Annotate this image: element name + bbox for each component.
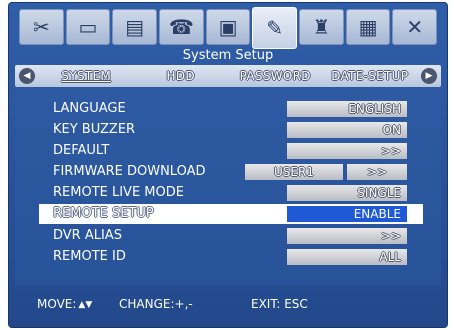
move-label: MOVE: bbox=[37, 297, 77, 311]
setting-row-remote-live-mode[interactable]: REMOTE LIVE MODE SINGLE bbox=[15, 183, 441, 203]
setup-window: ✂ ▭ ▤ ☎ ▣ ✎ ♜ ▦ ✕ System Setup ◀ SYSTEM … bbox=[8, 2, 448, 328]
tab-date-setup[interactable]: DATE-SETUP bbox=[323, 69, 418, 83]
display-icon[interactable]: ▦ bbox=[345, 9, 391, 45]
setting-label: LANGUAGE bbox=[53, 101, 126, 116]
event-icon[interactable]: ♜ bbox=[299, 9, 344, 45]
tools-icon[interactable]: ✂ bbox=[19, 9, 64, 45]
settings-panel: LANGUAGE ENGLISH KEY BUZZER ON DEFAULT >… bbox=[15, 89, 441, 285]
monitor-icon[interactable]: ▭ bbox=[65, 9, 111, 45]
setting-label: KEY BUZZER bbox=[53, 122, 136, 137]
setting-label: DEFAULT bbox=[53, 143, 110, 158]
storage-icon[interactable]: ▤ bbox=[112, 9, 158, 45]
icon-toolbar: ✂ ▭ ▤ ☎ ▣ ✎ ♜ ▦ ✕ bbox=[19, 7, 438, 49]
record-icon[interactable]: ▣ bbox=[205, 9, 251, 45]
setting-row-firmware-download[interactable]: FIRMWARE DOWNLOAD USER1 >> bbox=[15, 162, 441, 182]
setting-label: REMOTE LIVE MODE bbox=[53, 185, 184, 200]
firmware-download-button[interactable]: >> bbox=[347, 164, 407, 180]
window-title: System Setup bbox=[182, 48, 274, 63]
setting-row-language[interactable]: LANGUAGE ENGLISH bbox=[15, 99, 441, 119]
subtab-bar: ◀ SYSTEM HDD PASSWORD DATE-SETUP ▶ bbox=[15, 65, 441, 87]
dvr-alias-button[interactable]: >> bbox=[287, 228, 407, 244]
setting-row-remote-setup[interactable]: REMOTE SETUP ENABLE bbox=[39, 204, 423, 224]
key-buzzer-value[interactable]: ON bbox=[287, 122, 407, 138]
setting-row-default[interactable]: DEFAULT >> bbox=[15, 141, 441, 161]
firmware-source-value[interactable]: USER1 bbox=[245, 164, 343, 180]
tab-hdd[interactable]: HDD bbox=[134, 69, 229, 83]
exit-hint: EXIT: ESC bbox=[251, 297, 308, 311]
setting-label: REMOTE SETUP bbox=[53, 206, 154, 221]
setting-label: FIRMWARE DOWNLOAD bbox=[53, 164, 206, 179]
next-tab-arrow-icon[interactable]: ▶ bbox=[421, 68, 437, 84]
tab-password[interactable]: PASSWORD bbox=[228, 69, 323, 83]
remote-live-mode-value[interactable]: SINGLE bbox=[287, 185, 407, 201]
setting-label: REMOTE ID bbox=[53, 249, 126, 264]
network-icon[interactable]: ☎ bbox=[159, 9, 204, 45]
close-icon[interactable]: ✕ bbox=[392, 9, 438, 45]
help-footer: MOVE: ▲▼ CHANGE:+,- EXIT: ESC bbox=[15, 293, 441, 315]
system-setup-icon[interactable]: ✎ bbox=[252, 7, 298, 49]
setting-row-dvr-alias[interactable]: DVR ALIAS >> bbox=[15, 226, 441, 246]
setting-row-key-buzzer[interactable]: KEY BUZZER ON bbox=[15, 120, 441, 140]
change-hint: CHANGE:+,- bbox=[119, 297, 193, 311]
prev-tab-arrow-icon[interactable]: ◀ bbox=[19, 68, 35, 84]
default-button[interactable]: >> bbox=[287, 143, 407, 159]
remote-setup-value[interactable]: ENABLE bbox=[287, 206, 407, 222]
setting-label: DVR ALIAS bbox=[53, 228, 122, 243]
language-value[interactable]: ENGLISH bbox=[287, 101, 407, 117]
tab-system[interactable]: SYSTEM bbox=[39, 69, 134, 83]
move-hint: MOVE: ▲▼ bbox=[37, 293, 92, 315]
remote-id-value[interactable]: ALL bbox=[287, 249, 407, 265]
setting-row-remote-id[interactable]: REMOTE ID ALL bbox=[15, 247, 441, 267]
up-down-arrows-icon: ▲▼ bbox=[78, 299, 93, 310]
